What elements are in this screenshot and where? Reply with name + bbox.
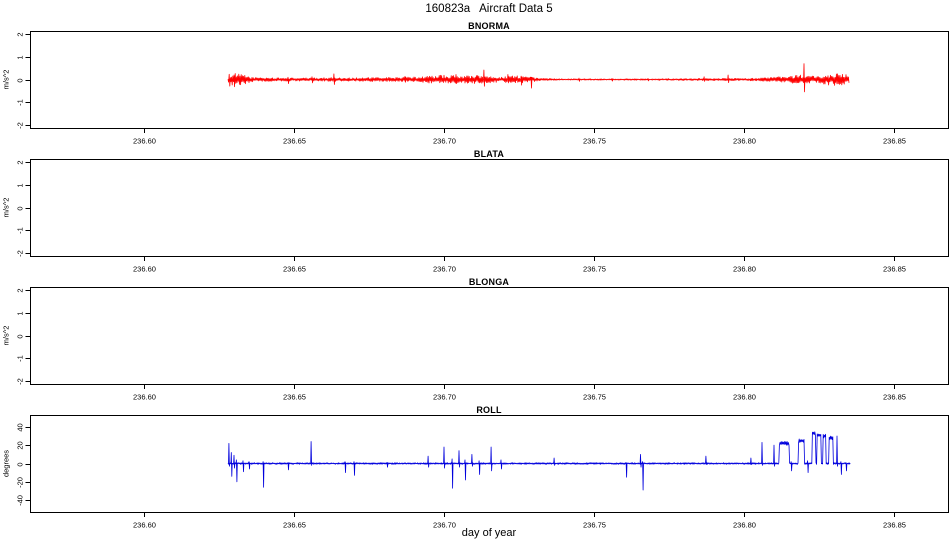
svg-text:236.65: 236.65: [283, 137, 306, 146]
x-axis-label: day of year: [461, 527, 517, 539]
svg-text:236.65: 236.65: [283, 393, 306, 402]
svg-text:degrees: degrees: [2, 450, 11, 477]
svg-text:0: 0: [16, 206, 25, 210]
svg-text:2: 2: [16, 32, 25, 36]
panel-blata-plot: 236.60 236.65 236.70 236.75 236.80 236.85 -2 -1…: [2, 159, 949, 274]
svg-text:236.70: 236.70: [433, 265, 456, 274]
svg-text:-2: -2: [16, 378, 25, 385]
svg-text:-2: -2: [16, 250, 25, 257]
svg-text:m/s^2: m/s^2: [2, 70, 11, 90]
aircraft-data-plot-page: 160823a Aircraft Data 5 BNORMA BLATA BLO…: [0, 0, 950, 550]
svg-text:236.65: 236.65: [283, 265, 306, 274]
svg-text:-1: -1: [16, 227, 25, 234]
svg-text:236.75: 236.75: [583, 393, 606, 402]
svg-text:20: 20: [16, 441, 25, 449]
svg-text:236.75: 236.75: [583, 265, 606, 274]
svg-text:1: 1: [16, 183, 25, 187]
svg-text:236.85: 236.85: [883, 393, 906, 402]
svg-text:-40: -40: [16, 495, 25, 506]
svg-text:236.60: 236.60: [133, 265, 156, 274]
svg-text:236.75: 236.75: [583, 137, 606, 146]
svg-text:m/s^2: m/s^2: [2, 326, 11, 346]
panel-bnorma-plot: 236.60 236.65 236.70 236.75 236.80 236.85 -2 -1…: [2, 31, 949, 146]
svg-text:-20: -20: [16, 477, 25, 488]
svg-text:0: 0: [16, 78, 25, 82]
svg-text:236.85: 236.85: [883, 137, 906, 146]
svg-text:236.60: 236.60: [133, 137, 156, 146]
svg-text:236.80: 236.80: [733, 137, 756, 146]
svg-text:40: 40: [16, 423, 25, 431]
svg-text:2: 2: [16, 160, 25, 164]
panel-blonga-plot: 236.60 236.65 236.70 236.75 236.80 236.85 -2 -1…: [2, 287, 949, 402]
svg-text:236.80: 236.80: [733, 265, 756, 274]
svg-text:1: 1: [16, 311, 25, 315]
svg-text:236.60: 236.60: [133, 393, 156, 402]
svg-text:2: 2: [16, 288, 25, 292]
svg-text:0: 0: [16, 462, 25, 466]
svg-text:236.70: 236.70: [433, 137, 456, 146]
svg-text:-2: -2: [16, 122, 25, 129]
svg-text:1: 1: [16, 55, 25, 59]
main-title: 160823a Aircraft Data 5: [425, 3, 553, 15]
svg-text:m/s^2: m/s^2: [2, 198, 11, 218]
svg-text:236.70: 236.70: [433, 393, 456, 402]
svg-text:236.80: 236.80: [733, 393, 756, 402]
svg-text:-1: -1: [16, 99, 25, 106]
svg-text:-1: -1: [16, 355, 25, 362]
svg-text:0: 0: [16, 334, 25, 338]
svg-text:236.85: 236.85: [883, 265, 906, 274]
